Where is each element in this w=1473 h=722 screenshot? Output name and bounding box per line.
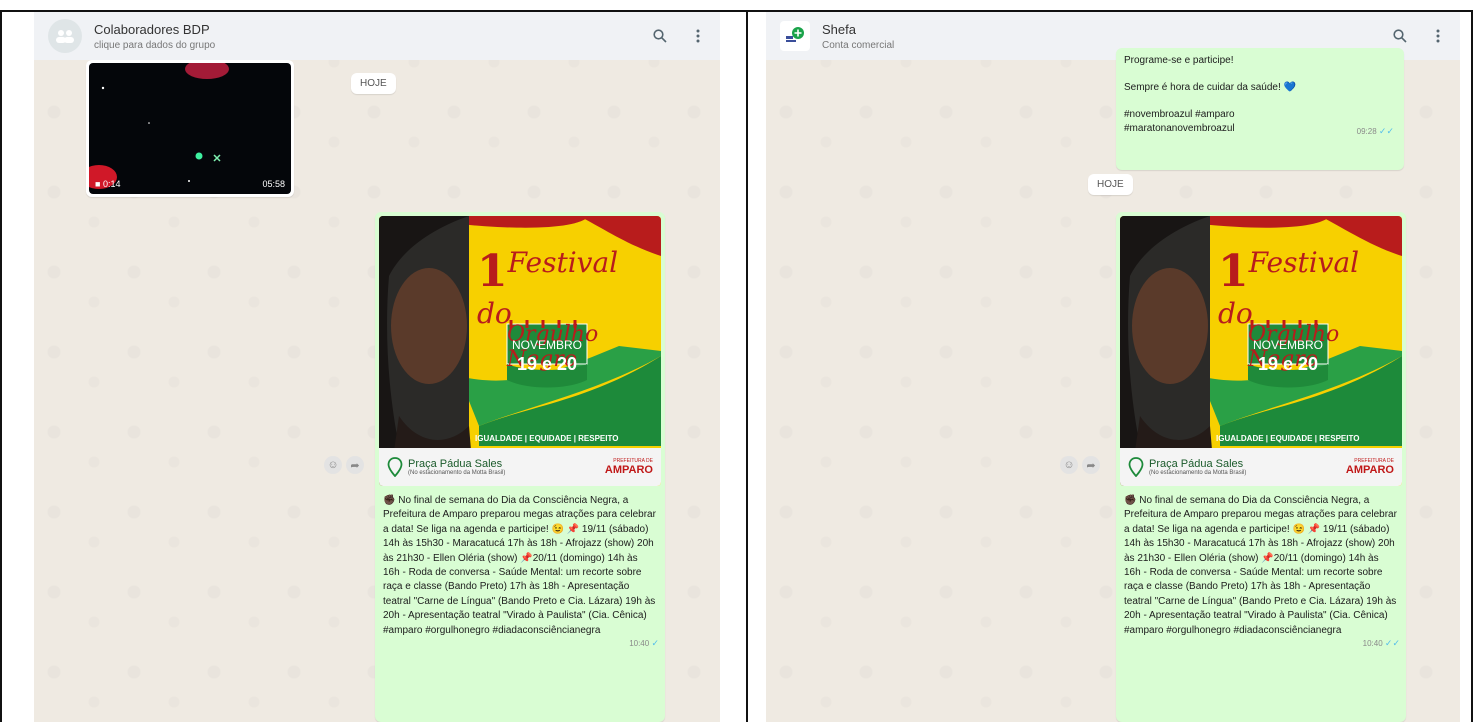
video-duration: ■ 0:14 bbox=[95, 179, 121, 189]
poster-month: NOVEMBRO bbox=[1252, 338, 1323, 352]
chat-pane-left[interactable]: Colaboradores BDP clique para dados do g… bbox=[34, 12, 720, 722]
forward-icon[interactable]: ➦ bbox=[1082, 456, 1100, 474]
previous-message[interactable]: Programe-se e participe! Sempre é hora d… bbox=[1116, 48, 1404, 170]
brand-logo-text: AMPARO bbox=[604, 464, 653, 476]
panel-divider bbox=[746, 10, 748, 722]
business-avatar[interactable] bbox=[780, 21, 810, 51]
chat-header-info[interactable]: Colaboradores BDP clique para dados do g… bbox=[94, 22, 652, 51]
date-pill: HOJE bbox=[1088, 174, 1133, 195]
poster-place-note: (No estacionamento da Motta Brasil) bbox=[408, 470, 506, 476]
shefa-logo-icon bbox=[786, 27, 804, 42]
group-avatar-icon[interactable] bbox=[48, 19, 82, 53]
poster-place: Praça Pádua Sales bbox=[1149, 458, 1244, 470]
message-caption: ✊🏿 No final de semana do Dia da Consciên… bbox=[1124, 495, 1397, 636]
message-line: Sempre é hora de cuidar da saúde! 💙 bbox=[1124, 82, 1296, 93]
poster-place-note: (No estacionamento da Motta Brasil) bbox=[1149, 470, 1247, 476]
message-line: Programe-se e participe! bbox=[1124, 55, 1234, 66]
poster-footer: Praça Pádua Sales (No estacionamento da … bbox=[1120, 448, 1402, 486]
poster-message[interactable]: 1Festival do Orgulho Negro NOVEMBRO 19 e… bbox=[1116, 212, 1406, 722]
chat-subtitle: clique para dados do grupo bbox=[94, 39, 216, 51]
poster-values: IGUALDADE | EQUIDADE | RESPEITO bbox=[1216, 434, 1360, 443]
poster-values: IGUALDADE | EQUIDADE | RESPEITO bbox=[475, 434, 619, 443]
location-pin-icon bbox=[1128, 457, 1144, 477]
chat-title: Colaboradores BDP bbox=[94, 21, 210, 37]
poster-month: NOVEMBRO bbox=[511, 338, 582, 352]
kebab-menu-icon[interactable] bbox=[1430, 27, 1446, 45]
brand-logo-text: AMPARO bbox=[1345, 464, 1394, 476]
chat-header[interactable]: Colaboradores BDP clique para dados do g… bbox=[34, 12, 720, 60]
video-timestamp: 05:58 bbox=[262, 179, 285, 189]
poster-footer: Praça Pádua Sales (No estacionamento da … bbox=[379, 448, 661, 486]
video-thumbnail[interactable]: ■ 0:14 05:58 bbox=[89, 63, 291, 194]
poster-image[interactable]: 1Festival do Orgulho Negro NOVEMBRO 19 e… bbox=[379, 216, 661, 486]
emoji-icon[interactable]: ☺ bbox=[1060, 456, 1078, 474]
location-pin-icon bbox=[387, 457, 403, 477]
kebab-menu-icon[interactable] bbox=[690, 27, 706, 45]
poster-days: 19 e 20 bbox=[516, 354, 578, 374]
double-check-icon: ✓✓ bbox=[1378, 126, 1394, 136]
message-actions[interactable]: ☺ ➦ bbox=[324, 456, 364, 474]
video-frame-art bbox=[89, 63, 229, 189]
video-message[interactable]: ■ 0:14 05:58 bbox=[86, 60, 294, 197]
message-actions[interactable]: ☺ ➦ bbox=[1060, 456, 1100, 474]
double-check-icon: ✓ bbox=[651, 638, 659, 649]
message-line: #novembroazul #amparo bbox=[1124, 109, 1235, 120]
chat-title: Shefa bbox=[822, 21, 856, 37]
poster-days: 19 e 20 bbox=[1257, 354, 1319, 374]
search-icon[interactable] bbox=[652, 27, 668, 45]
message-time: 10:40 ✓ bbox=[629, 638, 659, 649]
poster-place: Praça Pádua Sales bbox=[408, 458, 503, 470]
message-caption: ✊🏿 No final de semana do Dia da Consciên… bbox=[383, 495, 656, 636]
video-camera-icon: ■ bbox=[95, 179, 103, 189]
chat-header-info[interactable]: Shefa Conta comercial bbox=[822, 22, 1392, 51]
search-icon[interactable] bbox=[1392, 27, 1408, 45]
date-pill: HOJE bbox=[351, 73, 396, 94]
forward-icon[interactable]: ➦ bbox=[346, 456, 364, 474]
double-check-icon: ✓✓ bbox=[1384, 638, 1400, 649]
poster-image[interactable]: 1Festival do Orgulho Negro NOVEMBRO 19 e… bbox=[1120, 216, 1402, 486]
emoji-icon[interactable]: ☺ bbox=[324, 456, 342, 474]
chat-pane-right[interactable]: Shefa Conta comercial Programe-se e part… bbox=[766, 12, 1460, 722]
message-time: 10:40 ✓✓ bbox=[1362, 638, 1400, 649]
poster-message[interactable]: 1Festival do Orgulho Negro NOVEMBRO 19 e… bbox=[375, 212, 665, 722]
